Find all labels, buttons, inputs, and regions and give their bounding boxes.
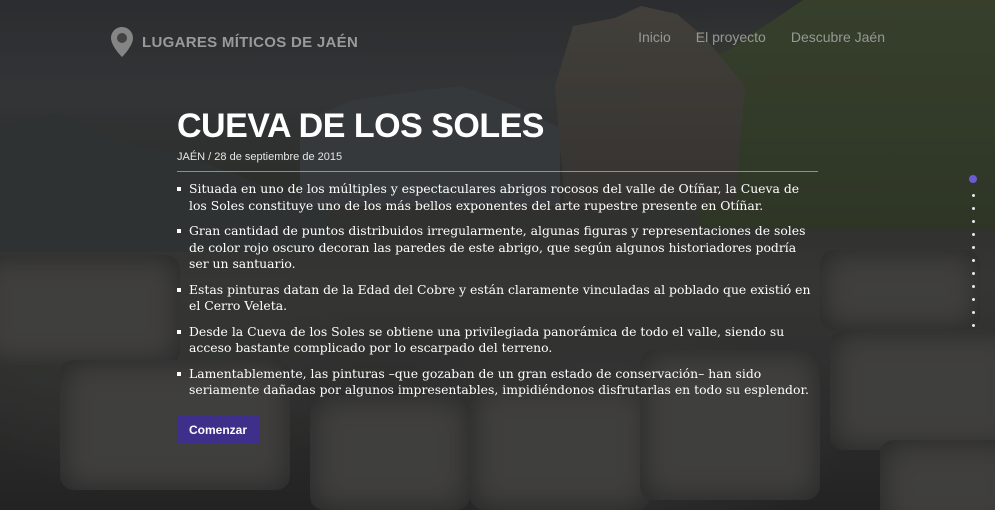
- map-pin-icon: [111, 27, 133, 57]
- slide-dot[interactable]: [971, 220, 975, 223]
- slide-dot[interactable]: [971, 194, 975, 197]
- article-content: CUEVA DE LOS SOLES JAÉN / 28 de septiemb…: [177, 105, 818, 444]
- slide-dot-active[interactable]: [969, 175, 977, 183]
- slide-dot[interactable]: [971, 285, 975, 288]
- nav-link-inicio[interactable]: Inicio: [638, 29, 671, 45]
- slide-dot[interactable]: [971, 272, 975, 275]
- list-item: Situada en uno de los múltiples y espect…: [177, 181, 818, 214]
- article-meta: JAÉN / 28 de septiembre de 2015: [177, 151, 818, 172]
- nav-link-el-proyecto[interactable]: El proyecto: [696, 29, 766, 45]
- list-item: Estas pinturas datan de la Edad del Cobr…: [177, 282, 818, 315]
- slide-dot[interactable]: [971, 259, 975, 262]
- nav-link-descubre-jaen[interactable]: Descubre Jaén: [791, 29, 885, 45]
- site-header: LUGARES MÍTICOS DE JAÉN Inicio El proyec…: [0, 0, 995, 75]
- site-name: LUGARES MÍTICOS DE JAÉN: [142, 33, 359, 51]
- article-bullets: Situada en uno de los múltiples y espect…: [177, 181, 818, 399]
- list-item: Desde la Cueva de los Soles se obtiene u…: [177, 324, 818, 357]
- start-button[interactable]: Comenzar: [177, 415, 260, 444]
- slide-dots-nav: [969, 174, 977, 332]
- list-item: Gran cantidad de puntos distribuidos irr…: [177, 223, 818, 273]
- slide-dot[interactable]: [971, 298, 975, 301]
- slide-dot[interactable]: [971, 324, 975, 327]
- main-nav: Inicio El proyecto Descubre Jaén: [638, 29, 885, 45]
- page-title: CUEVA DE LOS SOLES: [177, 107, 544, 145]
- list-item: Lamentablemente, las pinturas –que gozab…: [177, 366, 818, 399]
- site-logo[interactable]: LUGARES MÍTICOS DE JAÉN: [110, 26, 358, 58]
- slide-dot[interactable]: [971, 246, 975, 249]
- slide-dot[interactable]: [971, 311, 975, 314]
- slide-dot[interactable]: [971, 207, 975, 210]
- slide-dot[interactable]: [971, 233, 975, 236]
